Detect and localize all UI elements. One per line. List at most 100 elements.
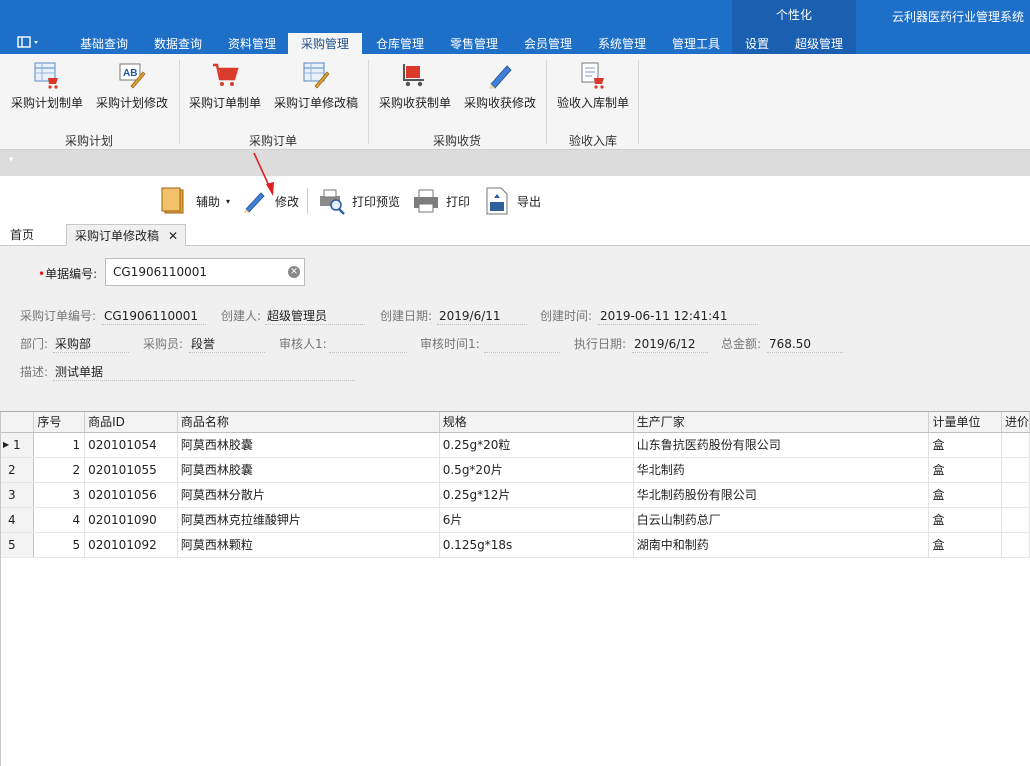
total-field[interactable]: 768.50 <box>767 335 843 353</box>
doc-no-input[interactable]: CG1906110001 ✕ <box>105 258 305 286</box>
tab-warehouse-mgmt[interactable]: 仓库管理 <box>364 33 436 54</box>
row-indicator[interactable]: 4 <box>0 507 35 533</box>
purchase-order-create-label: 采购订单制单 <box>188 96 261 110</box>
cell-product-id[interactable]: 020101092 <box>84 532 178 558</box>
inspection-entry-create-button[interactable]: 验收入库制单 <box>552 58 634 120</box>
cell-manufacturer[interactable]: 湖南中和制药 <box>633 532 930 558</box>
header-seq[interactable]: 序号 <box>33 412 86 433</box>
cell-spec[interactable]: 0.25g*12片 <box>439 482 634 508</box>
purchase-order-create-button[interactable]: 采购订单制单 <box>184 58 266 120</box>
print-preview-button[interactable]: 打印预览 <box>318 186 400 216</box>
row-indicator[interactable]: 5 <box>0 532 35 558</box>
table-row[interactable]: 2 2 020101055 阿莫西林胶囊 0.5g*20片 华北制药 盒 <box>0 457 1030 483</box>
header-price[interactable]: 进价 <box>1001 412 1030 433</box>
cell-manufacturer[interactable]: 华北制药 <box>633 457 930 483</box>
tab-system-mgmt[interactable]: 系统管理 <box>586 33 658 54</box>
table-row[interactable]: 4 4 020101090 阿莫西林克拉维酸钾片 6片 白云山制药总厂 盒 <box>0 507 1030 533</box>
dept-field[interactable]: 采购部 <box>53 335 129 353</box>
tab-settings[interactable]: 设置 <box>732 33 782 54</box>
purchase-receipt-create-button[interactable]: 采购收获制单 <box>374 58 456 120</box>
cell-spec[interactable]: 0.5g*20片 <box>439 457 634 483</box>
cell-manufacturer[interactable]: 山东鲁抗医药股份有限公司 <box>633 432 930 458</box>
cell-unit[interactable]: 盒 <box>928 432 1002 458</box>
export-button[interactable]: 导出 <box>483 186 541 216</box>
print-button[interactable]: 打印 <box>412 186 470 216</box>
cell-seq[interactable]: 2 <box>33 457 86 483</box>
table-row[interactable]: ▶ 1 1 020101054 阿莫西林胶囊 0.25g*20粒 山东鲁抗医药股份… <box>0 432 1030 458</box>
row-indicator[interactable]: ▶ 1 <box>0 432 35 458</box>
cell-price[interactable] <box>1001 532 1030 558</box>
dolly-icon <box>400 60 430 90</box>
header-product-id[interactable]: 商品ID <box>84 412 178 433</box>
desc-field[interactable]: 测试单据 <box>53 363 355 381</box>
cell-product-name[interactable]: 阿莫西林分散片 <box>177 482 440 508</box>
cell-product-name[interactable]: 阿莫西林克拉维酸钾片 <box>177 507 440 533</box>
cell-seq[interactable]: 3 <box>33 482 86 508</box>
header-spec[interactable]: 规格 <box>439 412 634 433</box>
tab-super-admin[interactable]: 超级管理 <box>782 33 856 54</box>
tab-mgmt-tools[interactable]: 管理工具 <box>660 33 732 54</box>
cell-manufacturer[interactable]: 白云山制药总厂 <box>633 507 930 533</box>
exec-date-label: 执行日期: <box>574 337 627 351</box>
row-indicator[interactable]: 2 <box>0 457 35 483</box>
assist-button[interactable]: 辅助 ▾ <box>160 186 230 216</box>
table-row[interactable]: 5 5 020101092 阿莫西林颗粒 0.125g*18s 湖南中和制药 盒 <box>0 532 1030 558</box>
order-no-field[interactable]: CG1906110001 <box>102 307 206 325</box>
cell-spec[interactable]: 0.25g*20粒 <box>439 432 634 458</box>
doc-tab-order-edit[interactable]: 采购订单修改稿 ✕ <box>66 224 187 247</box>
app-menu-button[interactable] <box>14 35 48 53</box>
auditor-field[interactable] <box>329 335 407 353</box>
buyer-field[interactable]: 段誉 <box>189 335 265 353</box>
cell-spec[interactable]: 0.125g*18s <box>439 532 634 558</box>
tab-basic-query[interactable]: 基础查询 <box>68 33 140 54</box>
cell-product-id[interactable]: 020101090 <box>84 507 178 533</box>
cell-price[interactable] <box>1001 507 1030 533</box>
cell-seq[interactable]: 1 <box>33 432 86 458</box>
cell-unit[interactable]: 盒 <box>928 457 1002 483</box>
purchase-plan-create-button[interactable]: 采购计划制单 <box>6 58 88 120</box>
cell-unit[interactable]: 盒 <box>928 532 1002 558</box>
tab-purchase-mgmt[interactable]: 采购管理 <box>288 33 362 54</box>
create-date-field[interactable]: 2019/6/11 <box>437 307 527 325</box>
header-manufacturer[interactable]: 生产厂家 <box>633 412 930 433</box>
cell-manufacturer[interactable]: 华北制药股份有限公司 <box>633 482 930 508</box>
header-product-name[interactable]: 商品名称 <box>177 412 440 433</box>
tab-retail-mgmt[interactable]: 零售管理 <box>438 33 510 54</box>
cell-spec[interactable]: 6片 <box>439 507 634 533</box>
cell-product-id[interactable]: 020101055 <box>84 457 178 483</box>
close-icon[interactable]: ✕ <box>168 225 178 247</box>
current-row-icon: ▶ <box>3 439 10 449</box>
ab-edit-icon: AB <box>117 60 147 90</box>
cell-product-name[interactable]: 阿莫西林胶囊 <box>177 432 440 458</box>
cell-product-id[interactable]: 020101054 <box>84 432 178 458</box>
cell-price[interactable] <box>1001 482 1030 508</box>
table-row[interactable]: 3 3 020101056 阿莫西林分散片 0.25g*12片 华北制药股份有限… <box>0 482 1030 508</box>
create-time-field[interactable]: 2019-06-11 12:41:41 <box>598 307 758 325</box>
tab-material-mgmt[interactable]: 资料管理 <box>216 33 288 54</box>
cell-price[interactable] <box>1001 432 1030 458</box>
tab-data-query[interactable]: 数据查询 <box>142 33 214 54</box>
purchase-receipt-edit-button[interactable]: 采购收获修改 <box>460 58 540 120</box>
exec-date-field[interactable]: 2019/6/12 <box>632 335 708 353</box>
row-indicator[interactable]: 3 <box>0 482 35 508</box>
purchase-order-edit-button[interactable]: 采购订单修改稿 <box>270 58 362 120</box>
doc-tab-home[interactable]: 首页 <box>2 224 42 246</box>
cell-seq[interactable]: 4 <box>33 507 86 533</box>
cell-product-name[interactable]: 阿莫西林颗粒 <box>177 532 440 558</box>
app-menu-icon <box>17 36 38 48</box>
doc-no-value: CG1906110001 <box>113 265 208 279</box>
cell-unit[interactable]: 盒 <box>928 507 1002 533</box>
cell-unit[interactable]: 盒 <box>928 482 1002 508</box>
cell-product-name[interactable]: 阿莫西林胶囊 <box>177 457 440 483</box>
purchase-plan-edit-button[interactable]: AB 采购计划修改 <box>92 58 172 120</box>
clear-icon[interactable]: ✕ <box>288 266 300 278</box>
auditor-label: 审核人1: <box>279 337 327 351</box>
tab-member-mgmt[interactable]: 会员管理 <box>512 33 584 54</box>
ribbon-collapse-bar[interactable]: ▾ <box>0 150 1030 176</box>
cell-product-id[interactable]: 020101056 <box>84 482 178 508</box>
audit-time-field[interactable] <box>484 335 560 353</box>
cell-price[interactable] <box>1001 457 1030 483</box>
creator-field[interactable]: 超级管理员 <box>265 307 365 325</box>
cell-seq[interactable]: 5 <box>33 532 86 558</box>
header-unit[interactable]: 计量单位 <box>928 412 1002 433</box>
